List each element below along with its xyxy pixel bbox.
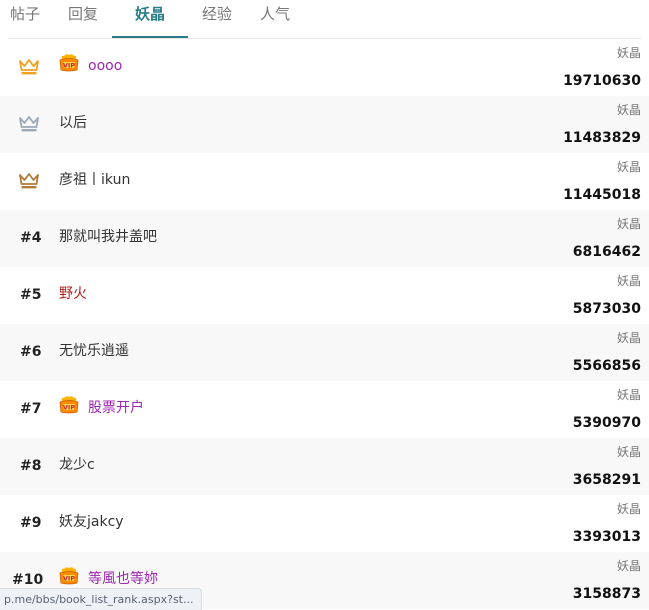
- tab-label: 经验: [201, 5, 232, 23]
- rank-number: #9: [20, 515, 42, 531]
- rank-number: #8: [20, 458, 42, 474]
- rank-row[interactable]: #5 野火 妖晶 5873030: [0, 267, 649, 324]
- stat-label: 妖晶: [616, 559, 641, 573]
- stat-value: 5390970: [572, 415, 641, 431]
- tab-experience[interactable]: 经验: [200, 0, 234, 38]
- username-link[interactable]: 龙少c: [59, 455, 95, 475]
- username-link[interactable]: 那就叫我井盖吧: [59, 227, 157, 247]
- rank-row[interactable]: oooo 妖晶 19710630: [0, 39, 649, 96]
- rank-row[interactable]: 彦祖丨ikun 妖晶 11445018: [0, 153, 649, 210]
- tab-label: 妖晶: [134, 5, 165, 23]
- rank-row[interactable]: #7 股票开户 妖晶 5390970: [0, 381, 649, 438]
- stat-value: 6816462: [572, 244, 641, 260]
- vip-badge-icon: [58, 566, 80, 586]
- stat-value: 19710630: [563, 73, 641, 89]
- stat-value: 3658291: [572, 472, 641, 488]
- stat-label: 妖晶: [616, 388, 641, 402]
- rank-number: #7: [20, 401, 42, 417]
- bronze-crown-icon: [18, 171, 40, 191]
- rank-number: #6: [20, 344, 42, 360]
- username-link[interactable]: oooo: [88, 56, 122, 76]
- username-link[interactable]: 等風也等妳: [88, 569, 158, 589]
- tab-popularity[interactable]: 人气: [258, 0, 292, 38]
- tab-posts[interactable]: 帖子: [8, 0, 42, 38]
- stat-label: 妖晶: [616, 46, 641, 60]
- stat-label: 妖晶: [616, 103, 641, 117]
- rank-row[interactable]: 以后 妖晶 11483829: [0, 96, 649, 153]
- stat-value: 11483829: [563, 130, 641, 146]
- silver-crown-icon: [18, 114, 40, 134]
- stat-label: 妖晶: [616, 331, 641, 345]
- username-link[interactable]: 无忧乐逍遥: [59, 341, 129, 361]
- tab-label: 人气: [259, 5, 290, 23]
- tab-yaojing[interactable]: 妖晶: [112, 0, 188, 38]
- username-link[interactable]: 股票开户: [88, 398, 144, 418]
- stat-label: 妖晶: [616, 217, 641, 231]
- tab-label: 帖子: [9, 5, 40, 23]
- username-link[interactable]: 野火: [59, 284, 87, 304]
- rank-number: #10: [12, 572, 44, 588]
- rank-tabs: 帖子 回复 妖晶 经验 人气: [0, 0, 649, 38]
- tab-replies[interactable]: 回复: [66, 0, 100, 38]
- status-bar-url: p.me/bbs/book_list_rank.aspx?st...: [0, 588, 203, 610]
- stat-value: 3393013: [572, 529, 641, 545]
- rank-number: #5: [20, 287, 42, 303]
- rank-row[interactable]: #4 那就叫我井盖吧 妖晶 6816462: [0, 210, 649, 267]
- stat-value: 5873030: [572, 301, 641, 317]
- username-link[interactable]: 彦祖丨ikun: [59, 170, 130, 190]
- stat-label: 妖晶: [616, 274, 641, 288]
- vip-badge-icon: [58, 395, 80, 415]
- rank-row[interactable]: #9 妖友jakcy 妖晶 3393013: [0, 495, 649, 552]
- stat-value: 3158873: [572, 586, 641, 602]
- rank-number: #4: [20, 230, 42, 246]
- stat-value: 5566856: [572, 358, 641, 374]
- username-link[interactable]: 妖友jakcy: [59, 512, 124, 532]
- username-link[interactable]: 以后: [59, 113, 87, 133]
- stat-value: 11445018: [563, 187, 641, 203]
- rank-page: 帖子 回复 妖晶 经验 人气 oooo 妖晶 19710630 以后 妖晶 1148382…: [0, 0, 649, 610]
- stat-label: 妖晶: [616, 502, 641, 516]
- vip-badge-icon: [58, 53, 80, 73]
- stat-label: 妖晶: [616, 160, 641, 174]
- gold-crown-icon: [18, 57, 40, 77]
- rank-row[interactable]: #6 无忧乐逍遥 妖晶 5566856: [0, 324, 649, 381]
- stat-label: 妖晶: [616, 445, 641, 459]
- tab-label: 回复: [67, 5, 98, 23]
- rank-row[interactable]: #8 龙少c 妖晶 3658291: [0, 438, 649, 495]
